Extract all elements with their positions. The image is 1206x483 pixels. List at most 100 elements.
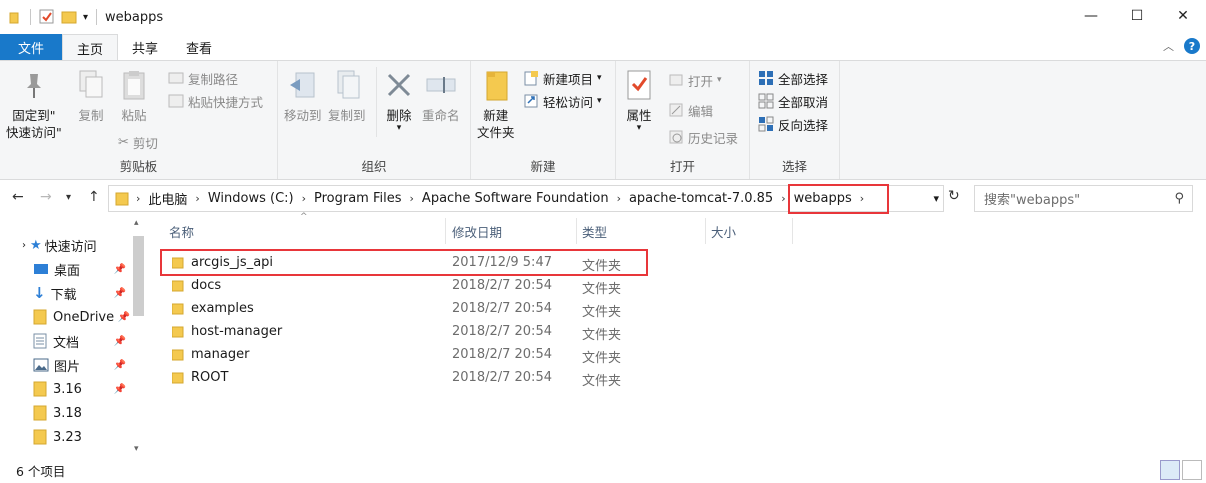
pin-icon[interactable]: 📌 xyxy=(114,384,126,395)
nav-item-downloads[interactable]: ↓ 下载 📌 xyxy=(33,281,130,305)
easy-access-button[interactable]: 轻松访问 ▾ xyxy=(523,90,602,112)
nav-item-3-23[interactable]: 3.23 xyxy=(33,425,130,449)
new-group: 新建 文件夹 新建项目 ▾ 轻松访问 ▾ 新建 xyxy=(471,61,616,179)
qat-dropdown-icon[interactable]: ▾ xyxy=(83,12,88,23)
chevron-right-icon[interactable]: › xyxy=(298,192,310,205)
address-dropdown-icon[interactable]: ▾ xyxy=(933,192,939,205)
select-all-button[interactable]: 全部选择 xyxy=(758,67,828,89)
pin-icon[interactable]: 📌 xyxy=(114,264,126,275)
paste-button[interactable]: 粘贴 xyxy=(117,65,151,124)
title-bar: ▾ webapps — ☐ ✕ xyxy=(0,0,1206,34)
chevron-right-icon[interactable]: › xyxy=(132,192,144,205)
tab-home[interactable]: 主页 xyxy=(62,34,119,61)
edit-button[interactable]: 编辑 xyxy=(668,99,713,121)
history-button[interactable]: 历史记录 xyxy=(668,126,738,148)
breadcrumb-this-pc[interactable]: 此电脑 xyxy=(144,189,191,208)
collapse-ribbon-icon[interactable]: ︿ xyxy=(1163,38,1174,54)
properties-button[interactable]: 属性 ▾ xyxy=(622,65,656,133)
minimize-button[interactable]: — xyxy=(1068,0,1114,32)
table-row[interactable]: ROOT 2018/2/7 20:54 文件夹 xyxy=(160,367,810,390)
nav-scrollbar[interactable]: ▴ ▾ xyxy=(130,216,147,456)
help-icon[interactable]: ? xyxy=(1184,38,1200,54)
pin-icon[interactable]: 📌 xyxy=(114,288,126,299)
open-group: 属性 ▾ 打开 ▾ 编辑 历史记录 打开 xyxy=(616,61,750,179)
scroll-up-icon[interactable]: ▴ xyxy=(134,218,139,228)
new-item-icon xyxy=(524,71,538,86)
breadcrumb-tomcat[interactable]: apache-tomcat-7.0.85 xyxy=(625,191,777,206)
new-folder-icon[interactable] xyxy=(61,9,77,25)
back-arrow-icon[interactable]: ← xyxy=(12,189,24,205)
pin-icon[interactable]: 📌 xyxy=(114,336,126,347)
folder-icon xyxy=(33,429,47,445)
delete-x-icon xyxy=(382,65,416,105)
status-bar: 6 个项目 xyxy=(0,458,1206,483)
breadcrumb-program-files[interactable]: Program Files xyxy=(310,191,406,206)
open-button[interactable]: 打开 ▾ xyxy=(668,69,722,91)
chevron-down-icon[interactable]: › xyxy=(22,240,26,251)
table-row[interactable]: host-manager 2018/2/7 20:54 文件夹 xyxy=(160,321,810,344)
divider xyxy=(30,9,31,25)
properties-check-icon[interactable] xyxy=(39,9,55,25)
pin-quick-access-button[interactable]: 固定到" 快速访问" xyxy=(6,65,62,141)
move-to-button[interactable]: 移动到 xyxy=(284,65,322,124)
nav-item-desktop[interactable]: 桌面 📌 xyxy=(33,257,130,281)
nav-item-3-16[interactable]: 3.16 📌 xyxy=(33,377,130,401)
close-button[interactable]: ✕ xyxy=(1160,0,1206,32)
copy-path-button[interactable]: 复制路径 xyxy=(168,67,238,89)
copy-button[interactable]: 复制 xyxy=(74,65,108,124)
new-item-button[interactable]: 新建项目 ▾ xyxy=(523,67,602,89)
select-none-button[interactable]: 全部取消 xyxy=(758,90,828,112)
table-row[interactable]: docs 2018/2/7 20:54 文件夹 xyxy=(160,275,810,298)
chevron-right-icon[interactable]: › xyxy=(406,192,418,205)
new-folder-button[interactable]: 新建 文件夹 xyxy=(477,65,515,141)
forward-arrow-icon[interactable]: → xyxy=(40,189,52,205)
refresh-icon[interactable]: ↻ xyxy=(948,188,960,204)
nav-item-documents[interactable]: 文档 📌 xyxy=(33,329,130,353)
nav-item-onedrive[interactable]: OneDrive 📌 xyxy=(33,305,130,329)
scroll-down-icon[interactable]: ▾ xyxy=(134,444,139,454)
column-header-size[interactable]: 大小 xyxy=(711,216,791,246)
highlight-annotation-webapps xyxy=(788,184,889,214)
rename-button[interactable]: 重命名 xyxy=(422,65,460,124)
recent-locations-icon[interactable]: ▾ xyxy=(66,192,71,203)
cut-button[interactable]: ✂ 剪切 xyxy=(118,131,158,153)
paste-shortcut-button[interactable]: 粘贴快捷方式 xyxy=(168,90,263,112)
column-header-date[interactable]: 修改日期 xyxy=(452,216,576,246)
breadcrumb-apache[interactable]: Apache Software Foundation xyxy=(418,191,613,206)
table-row[interactable]: manager 2018/2/7 20:54 文件夹 xyxy=(160,344,810,367)
invert-selection-button[interactable]: 反向选择 xyxy=(758,113,828,135)
chevron-right-icon[interactable]: › xyxy=(613,192,625,205)
paste-shortcut-icon xyxy=(168,94,184,108)
breadcrumb-windows-c[interactable]: Windows (C:) xyxy=(204,191,298,206)
column-divider[interactable] xyxy=(705,218,706,244)
tab-file[interactable]: 文件 xyxy=(0,34,62,61)
pin-icon[interactable]: 📌 xyxy=(118,312,130,323)
copy-to-button[interactable]: 复制到 xyxy=(328,65,366,124)
search-input[interactable]: 搜索"webapps" ⚲ xyxy=(974,185,1193,212)
column-header-name[interactable]: 名称 xyxy=(169,216,445,246)
delete-button[interactable]: 删除 ▾ xyxy=(382,65,416,133)
column-header-type[interactable]: 类型 xyxy=(582,216,704,246)
column-divider[interactable] xyxy=(576,218,577,244)
nav-item-pictures[interactable]: 图片 📌 xyxy=(33,353,130,377)
tab-share[interactable]: 共享 xyxy=(118,34,172,61)
details-view-button[interactable] xyxy=(1160,460,1180,480)
nav-item-3-18[interactable]: 3.18 xyxy=(33,401,130,425)
chevron-right-icon[interactable]: › xyxy=(191,192,203,205)
copy-to-icon xyxy=(330,65,364,105)
column-divider[interactable] xyxy=(445,218,446,244)
table-row[interactable]: examples 2018/2/7 20:54 文件夹 xyxy=(160,298,810,321)
maximize-button[interactable]: ☐ xyxy=(1114,0,1160,32)
tab-view[interactable]: 查看 xyxy=(172,34,226,61)
large-icons-view-button[interactable] xyxy=(1182,460,1202,480)
desktop-icon xyxy=(34,264,48,274)
divider xyxy=(96,9,98,25)
folder-icon xyxy=(33,405,47,421)
scrollbar-thumb[interactable] xyxy=(133,236,144,316)
folder-icon xyxy=(172,349,184,361)
search-icon[interactable]: ⚲ xyxy=(1174,191,1184,206)
up-arrow-icon[interactable]: ↑ xyxy=(88,189,100,205)
scissors-icon: ✂ xyxy=(118,134,129,150)
column-divider[interactable] xyxy=(792,218,793,244)
pin-icon[interactable]: 📌 xyxy=(114,360,126,371)
